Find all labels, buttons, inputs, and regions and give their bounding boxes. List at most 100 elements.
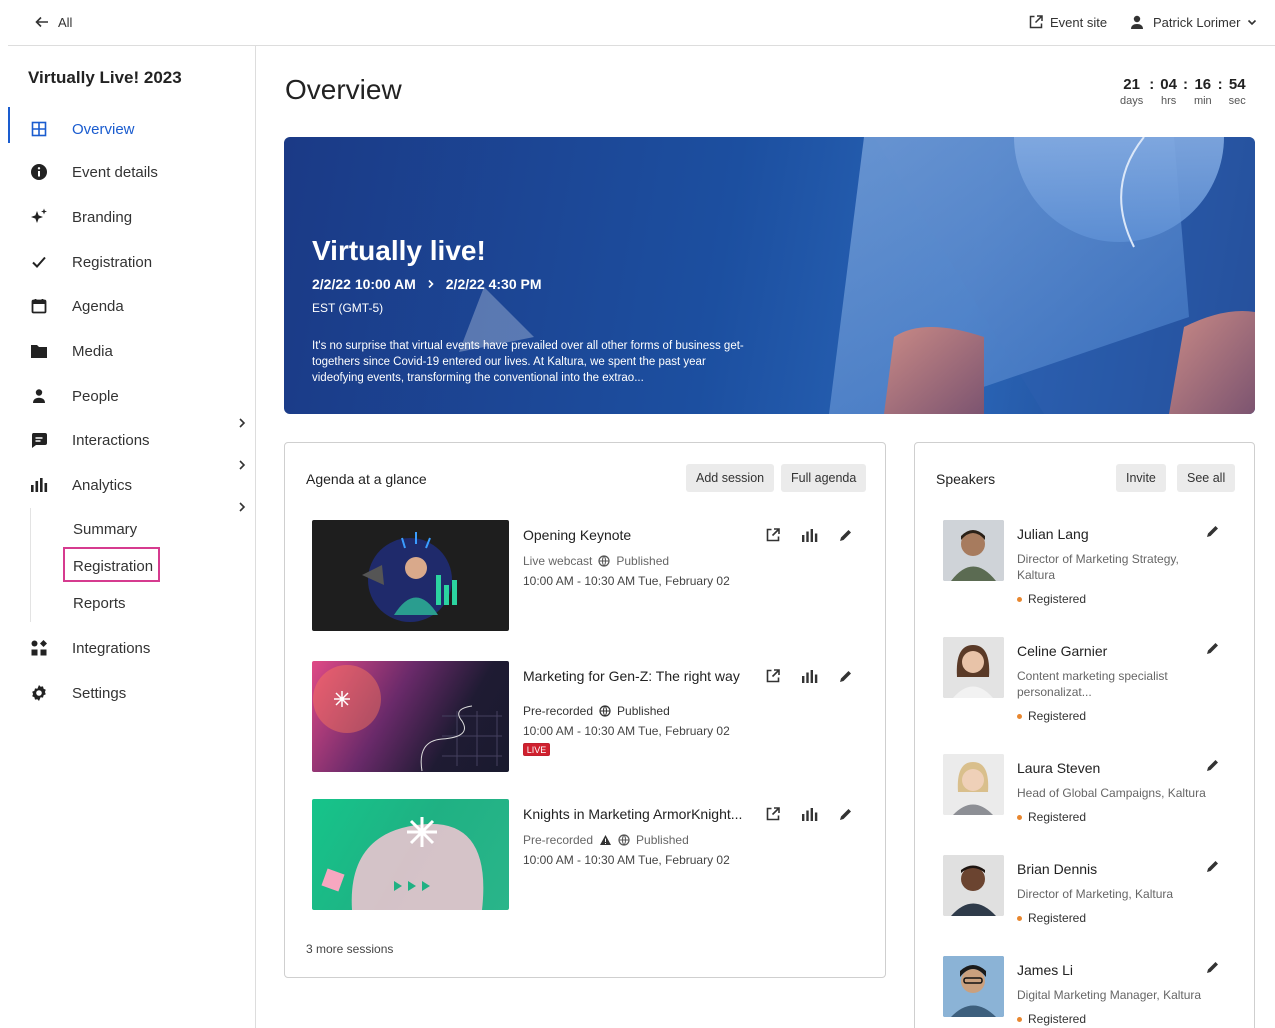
event-hero-banner: Virtually live! 2/2/22 10:00 AM 2/2/22 4… — [284, 137, 1255, 414]
event-site-link[interactable]: Event site — [1028, 14, 1107, 30]
sidebar-item-label: Agenda — [72, 297, 124, 315]
back-to-all-link[interactable]: All — [34, 14, 72, 30]
sidebar-item-branding[interactable]: Branding — [28, 205, 132, 229]
pencil-icon[interactable] — [836, 667, 854, 685]
pencil-icon[interactable] — [1205, 641, 1221, 657]
bar-chart-icon[interactable] — [800, 526, 818, 544]
speaker-item[interactable]: Laura Steven Head of Global Campaigns, K… — [943, 754, 1233, 829]
invite-button[interactable]: Invite — [1116, 464, 1166, 492]
avatar — [943, 520, 1004, 581]
check-icon — [28, 251, 50, 273]
agenda-session[interactable]: Opening Keynote Live webcast Published 1… — [312, 520, 872, 632]
countdown-separator: : — [1217, 76, 1223, 93]
hero-end-date: 2/2/22 4:30 PM — [445, 276, 542, 292]
external-link-icon[interactable] — [764, 667, 782, 685]
full-agenda-button[interactable]: Full agenda — [781, 464, 867, 492]
globe-icon — [618, 834, 630, 846]
session-meta: Pre-recorded Published — [523, 833, 689, 847]
pencil-icon[interactable] — [836, 526, 854, 544]
sidebar-item-overview[interactable]: Overview — [28, 117, 135, 141]
chevron-right-icon[interactable] — [235, 458, 249, 472]
speaker-role: Head of Global Campaigns, Kaltura — [1017, 786, 1206, 800]
chevron-right-icon[interactable] — [235, 500, 249, 514]
speaker-status-label: Registered — [1028, 911, 1087, 925]
speaker-name: Celine Garnier — [1017, 643, 1108, 659]
agenda-card: Agenda at a glance Add session Full agen… — [284, 442, 886, 978]
speaker-status-label: Registered — [1028, 709, 1087, 723]
agenda-title: Agenda at a glance — [306, 471, 427, 487]
speaker-item[interactable]: Brian Dennis Director of Marketing, Kalt… — [943, 855, 1233, 930]
pencil-icon[interactable] — [1205, 859, 1221, 875]
grid-icon — [28, 118, 50, 140]
sidebar-item-integrations[interactable]: Integrations — [28, 636, 150, 660]
countdown-days: 21 — [1123, 76, 1140, 93]
speaker-name: James Li — [1017, 962, 1074, 978]
speaker-item[interactable]: Julian Lang Director of Marketing Strate… — [943, 520, 1233, 610]
sidebar-item-label: Media — [72, 342, 113, 360]
folder-icon — [28, 340, 50, 362]
sparkle-icon — [28, 206, 50, 228]
speaker-status: Registered — [1017, 911, 1086, 925]
agenda-session[interactable]: Knights in Marketing ArmorKnight... Pre-… — [312, 799, 872, 911]
sidebar: Virtually Live! 2023 Overview Event deta… — [0, 46, 256, 1028]
session-status: Published — [616, 554, 670, 568]
globe-icon — [598, 555, 610, 567]
chevron-right-icon[interactable] — [235, 416, 249, 430]
back-label: All — [58, 14, 73, 30]
speakers-card: Speakers Invite See all Julian Lang Dire… — [914, 442, 1255, 1028]
status-dot — [1017, 1016, 1022, 1022]
speaker-status-label: Registered — [1028, 810, 1087, 824]
bar-chart-icon[interactable] — [800, 805, 818, 823]
more-sessions-link[interactable]: 3 more sessions — [306, 942, 393, 956]
sidebar-item-registration[interactable]: Registration — [28, 250, 152, 274]
session-title[interactable]: Knights in Marketing ArmorKnight... — [523, 805, 753, 824]
sidebar-item-people[interactable]: People — [28, 384, 119, 408]
agenda-session[interactable]: Marketing for Gen-Z: The right way Pre-r… — [312, 661, 872, 773]
pencil-icon[interactable] — [1205, 524, 1221, 540]
bar-chart-icon[interactable] — [800, 667, 818, 685]
sidebar-item-label: Event details — [72, 163, 158, 181]
chevron-right-icon — [428, 279, 434, 289]
sidebar-item-media[interactable]: Media — [28, 339, 113, 363]
countdown-seconds: 54 — [1228, 76, 1246, 93]
user-menu[interactable]: Patrick Lorimer — [1129, 14, 1258, 30]
external-link-icon[interactable] — [764, 805, 782, 823]
sidebar-item-agenda[interactable]: Agenda — [28, 294, 124, 318]
see-all-button[interactable]: See all — [1177, 464, 1236, 492]
session-title[interactable]: Opening Keynote — [523, 526, 753, 545]
speaker-item[interactable]: Celine Garnier Content marketing special… — [943, 637, 1233, 727]
sidebar-subitem-summary[interactable]: Summary — [73, 521, 137, 538]
speakers-title: Speakers — [936, 471, 996, 487]
sidebar-item-analytics[interactable]: Analytics — [28, 473, 132, 497]
avatar — [943, 754, 1004, 815]
globe-icon — [599, 705, 611, 717]
chat-icon — [28, 429, 50, 451]
session-status: Published — [617, 704, 670, 718]
sidebar-item-interactions[interactable]: Interactions — [28, 428, 150, 452]
speaker-item[interactable]: James Li Digital Marketing Manager, Kalt… — [943, 956, 1233, 1028]
user-icon — [1131, 15, 1143, 29]
sidebar-item-event-details[interactable]: Event details — [28, 160, 158, 184]
session-title[interactable]: Marketing for Gen-Z: The right way — [523, 667, 753, 686]
session-status: Published — [636, 833, 689, 847]
pencil-icon[interactable] — [1205, 758, 1221, 774]
sidebar-item-label: People — [72, 387, 119, 405]
speaker-status: Registered — [1017, 592, 1086, 606]
session-meta: Pre-recorded Published — [523, 704, 670, 718]
sidebar-item-settings[interactable]: Settings — [28, 681, 126, 705]
external-link-icon[interactable] — [764, 526, 782, 544]
pencil-icon[interactable] — [836, 805, 854, 823]
sidebar-subitem-registration[interactable]: Registration — [73, 558, 153, 575]
active-indicator — [8, 107, 10, 143]
live-badge: LIVE — [523, 743, 550, 756]
sidebar-item-label: Settings — [72, 684, 127, 702]
event-title: Virtually Live! 2023 — [28, 68, 182, 87]
add-session-button[interactable]: Add session — [686, 464, 775, 492]
sidebar-item-label: Registration — [72, 253, 153, 271]
pencil-icon[interactable] — [1205, 960, 1221, 976]
sidebar-subitem-reports[interactable]: Reports — [73, 595, 126, 612]
submenu-guide-line — [30, 508, 31, 622]
session-type: Pre-recorded — [523, 704, 594, 718]
speaker-name: Laura Steven — [1017, 760, 1101, 776]
info-icon — [28, 161, 50, 183]
